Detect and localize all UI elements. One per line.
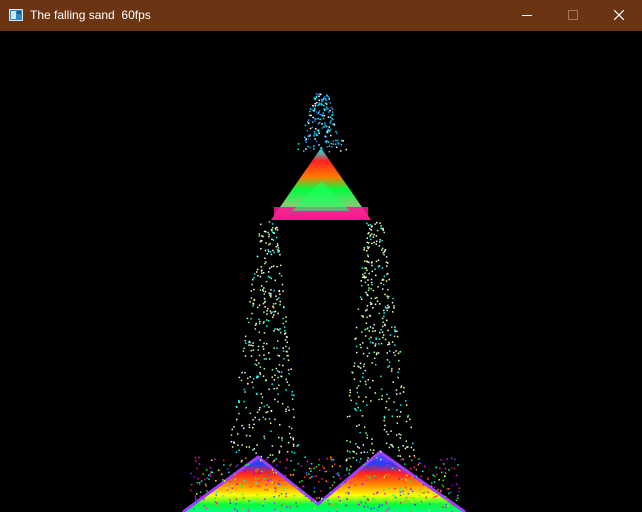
title-bar[interactable]: The falling sand 60fps xyxy=(0,0,642,31)
close-button[interactable] xyxy=(596,0,642,31)
sand-canvas[interactable] xyxy=(0,31,642,512)
maximize-button[interactable] xyxy=(550,0,596,31)
close-icon xyxy=(614,10,624,20)
minimize-icon xyxy=(522,15,532,16)
window-title: The falling sand 60fps xyxy=(30,8,151,22)
app-window-icon xyxy=(9,9,23,21)
app-window: The falling sand 60fps xyxy=(0,0,642,512)
maximize-icon xyxy=(568,10,578,20)
minimize-button[interactable] xyxy=(504,0,550,31)
